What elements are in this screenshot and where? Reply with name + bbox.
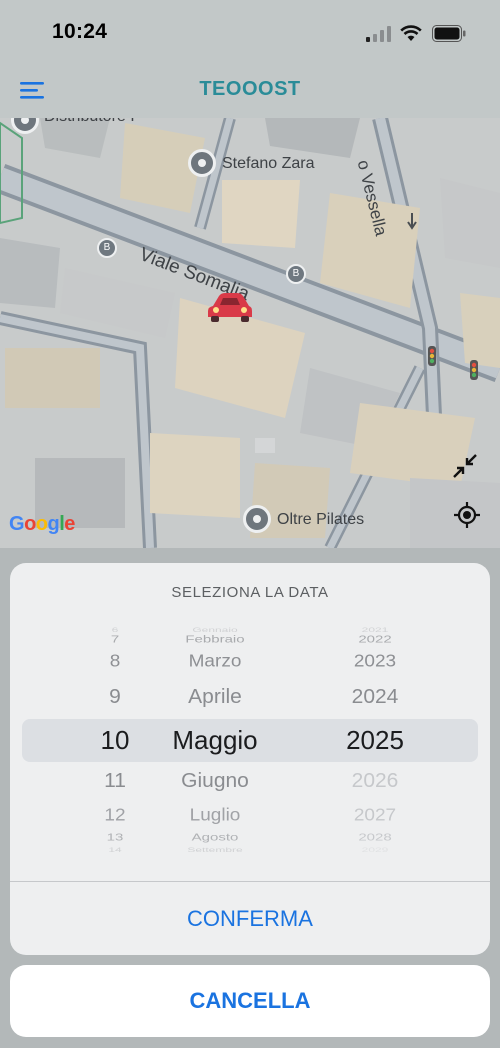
- month-option[interactable]: Marzo: [140, 652, 290, 672]
- app-title: TEOOOST: [199, 78, 301, 100]
- cancel-button[interactable]: CANCELLA: [10, 965, 490, 1037]
- map-label-distributore: Distributore I: [44, 118, 135, 126]
- map-view[interactable]: Distributore I Stefano Zara Viale Somali…: [0, 118, 500, 548]
- year-option[interactable]: 2024: [310, 685, 440, 708]
- year-option-selected[interactable]: 2025: [310, 725, 440, 756]
- collapse-arrows-icon[interactable]: [450, 451, 480, 481]
- year-option[interactable]: 2028: [310, 832, 440, 844]
- year-option[interactable]: 2023: [310, 652, 440, 672]
- google-logo: Google: [9, 513, 75, 535]
- cellular-signal-icon: [366, 26, 391, 42]
- month-option[interactable]: Luglio: [140, 806, 290, 826]
- year-option[interactable]: 2029: [310, 846, 440, 854]
- month-option[interactable]: Settembre: [140, 846, 290, 854]
- month-option[interactable]: Giugno: [140, 769, 290, 792]
- month-option[interactable]: Febbraio: [140, 634, 290, 646]
- date-picker-wheels[interactable]: 6 7 8 9 10 11 12 13 14 Gennaio Febbraio …: [10, 623, 490, 861]
- battery-icon: [432, 25, 466, 42]
- year-wheel[interactable]: 2021 2022 2023 2024 2025 2026 2027 2028 …: [310, 623, 440, 861]
- app-header: TEOOOST: [0, 68, 500, 118]
- stefano-zara-poi-icon[interactable]: [188, 149, 216, 177]
- year-option[interactable]: 2022: [310, 634, 440, 646]
- map-label-oltre-pilates: Oltre Pilates: [277, 511, 365, 528]
- wifi-icon: [400, 25, 422, 41]
- date-picker-title: SELEZIONA LA DATA: [171, 584, 329, 601]
- month-option[interactable]: Agosto: [140, 832, 290, 844]
- status-time: 10:24: [52, 20, 108, 43]
- bus-stop-icon[interactable]: B: [97, 238, 117, 258]
- oltre-pilates-poi-icon[interactable]: [243, 505, 271, 533]
- status-bar: 10:24: [0, 0, 500, 68]
- locate-me-icon[interactable]: [452, 500, 482, 530]
- confirm-button[interactable]: CONFERMA: [10, 882, 490, 955]
- year-option[interactable]: 2026: [310, 769, 440, 792]
- year-option[interactable]: 2027: [310, 806, 440, 826]
- date-picker-sheet: SELEZIONA LA DATA 6 7 8 9 10 11 12 13 14…: [10, 563, 490, 955]
- red-car-icon[interactable]: [207, 290, 253, 324]
- month-wheel[interactable]: Gennaio Febbraio Marzo Aprile Maggio Giu…: [140, 623, 290, 861]
- map-canvas: [0, 118, 500, 548]
- month-option-selected[interactable]: Maggio: [140, 725, 290, 756]
- map-label-stefano-zara: Stefano Zara: [222, 155, 315, 172]
- month-option[interactable]: Aprile: [140, 685, 290, 708]
- bus-stop-icon[interactable]: B: [286, 264, 306, 284]
